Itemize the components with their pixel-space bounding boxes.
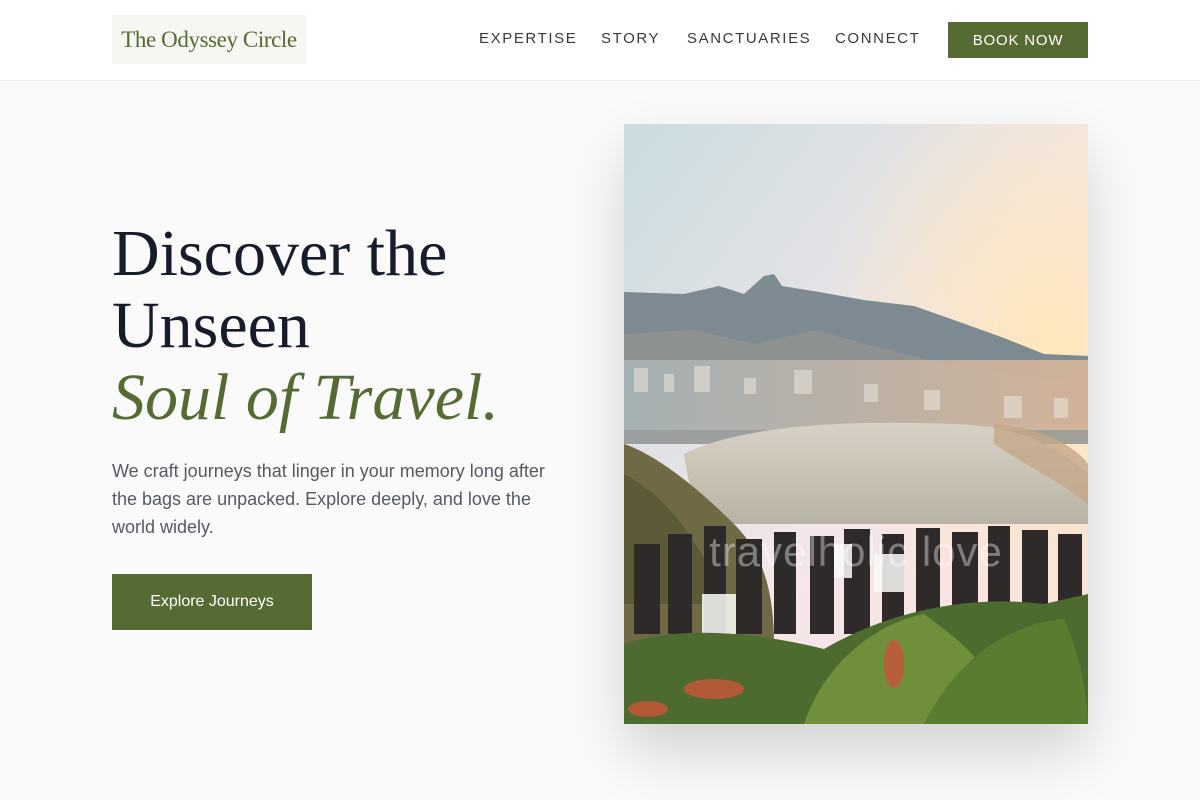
hero-headline: Discover the Unseen Soul of Travel. <box>112 218 592 434</box>
nav-link-expertise[interactable]: EXPERTISE <box>479 30 577 47</box>
nav-link-story[interactable]: STORY <box>601 30 660 47</box>
hero-photo-illustration <box>624 124 1088 724</box>
headline-line-2: Unseen <box>112 289 310 362</box>
brand-name: The Odyssey Circle <box>121 26 297 52</box>
hero-image: travelholic love <box>624 124 1088 724</box>
image-watermark: travelholic love <box>709 528 1003 575</box>
site-header: The Odyssey Circle EXPERTISE STORY SANCT… <box>0 0 1200 81</box>
nav-link-sanctuaries[interactable]: SANCTUARIES <box>687 30 811 47</box>
hero-tagline: We craft journeys that linger in your me… <box>112 461 545 537</box>
nav-link-connect[interactable]: CONNECT <box>835 30 920 47</box>
headline-accent: Soul of Travel. <box>112 361 499 434</box>
explore-journeys-button[interactable]: Explore Journeys <box>112 574 312 630</box>
book-now-button[interactable]: BOOK NOW <box>948 22 1088 58</box>
brand-logo[interactable]: The Odyssey Circle <box>112 15 306 64</box>
headline-line-1: Discover the <box>112 217 448 290</box>
